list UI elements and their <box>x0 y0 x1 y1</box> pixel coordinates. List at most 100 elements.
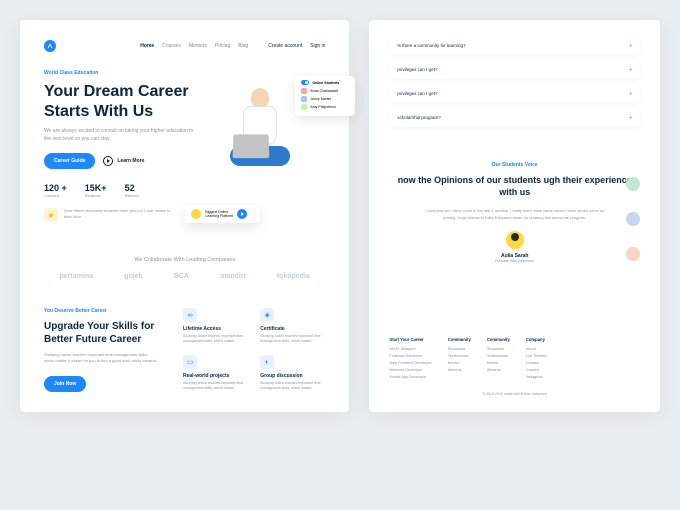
avatar <box>301 96 307 102</box>
feature-title: Lifetime Access <box>183 326 248 332</box>
feature-item: ∞Lifetime AccessStudying online teaches … <box>183 308 248 345</box>
testi-eyebrow: Our Students Voice <box>389 162 640 168</box>
toggle-icon <box>301 80 309 85</box>
footer-link[interactable]: Careers <box>526 368 548 372</box>
side-avatar <box>626 177 640 191</box>
learn-more-label: Learn More <box>117 158 144 164</box>
stat-mentors-n: 52 <box>125 183 139 193</box>
learn-more-link[interactable]: Learn More <box>103 156 144 166</box>
group-icon: ◐ <box>260 355 274 369</box>
auth-links: Create account Sign in <box>268 43 325 49</box>
testi-role: Fullstack Web Developer <box>389 259 640 263</box>
hero-title: Your Dream Career Starts With Us <box>44 82 194 122</box>
footer-link[interactable]: Fullstack Developer <box>389 354 431 358</box>
faq-item[interactable]: privileges can I get? + <box>389 60 640 79</box>
feature-item: ◈CertificateStudying online teaches impo… <box>260 308 325 345</box>
footer-link[interactable]: Testimonials <box>448 354 471 358</box>
create-account-link[interactable]: Create account <box>268 43 302 49</box>
footer-link[interactable]: Our Timeline <box>526 354 548 358</box>
footer-heading: Community <box>487 337 510 342</box>
career-guide-button[interactable]: Career Guide <box>44 153 95 169</box>
footer-link[interactable]: Testimonials <box>487 354 510 358</box>
testi-avatar <box>506 231 524 249</box>
feature-title: Group discussion <box>260 373 325 379</box>
partners-title: We Collaborate With Leading Companies <box>44 257 325 263</box>
star-icon: ★ <box>44 208 58 222</box>
faq-question: privileges can I get? <box>397 91 437 96</box>
feature-desc: Studying online teaches important time m… <box>183 381 248 391</box>
nav-blog[interactable]: Blog <box>238 43 248 49</box>
partners-section: We Collaborate With Leading Companies pe… <box>44 257 325 280</box>
stat-courses-l: Courses <box>44 193 67 198</box>
faq-question: scholarship program? <box>397 115 440 120</box>
faq-item[interactable]: Is there a community for learning?+ <box>389 36 640 55</box>
feature-item: ◐ Group discussion Studying online teaches… <box>260 355 325 392</box>
stat-students-l: Students <box>85 193 107 198</box>
footer-link[interactable]: Contact <box>526 361 548 365</box>
faq-question: privileges can I get? <box>397 67 437 72</box>
side-avatar <box>626 212 640 226</box>
student-name: Anna Chakrawarti <box>310 89 338 93</box>
partner-logo: BCA <box>174 273 189 280</box>
footer-heading: Company <box>526 337 548 342</box>
footer-heading: Community <box>448 337 471 342</box>
partner-logo: tokopedia <box>277 273 310 280</box>
testi-title: now the Opinions of our students ugh the… <box>389 174 640 198</box>
student-name: Amy Philpotmon <box>310 105 335 109</box>
nav-mentors[interactable]: Mentors <box>189 43 207 49</box>
testi-quote: I love how far I have come in the last 6… <box>425 208 605 221</box>
plus-icon: + <box>629 91 632 96</box>
skills-eyebrow: You Deserve Better Career <box>44 308 159 314</box>
plus-icon: + <box>629 67 632 72</box>
footer-heading: Start Your Career <box>389 337 431 342</box>
footer-col: Company About Our Timeline Contact Careers In… <box>526 337 548 382</box>
avatar <box>191 209 201 219</box>
play-icon <box>237 209 247 219</box>
nav-links: Home Courses Mentors Pricing Blog <box>140 43 248 49</box>
platform-badge: Biggest OnlineLearning Platform <box>185 205 260 223</box>
student-name: Jenny Martex <box>310 97 331 101</box>
footer-link[interactable]: Mobile App Developer <box>389 375 431 379</box>
feature-desc: Studying online teaches important time m… <box>183 334 248 344</box>
skills-section: You Deserve Better Career Upgrade Your S… <box>44 308 325 392</box>
partner-logo: mandiri <box>220 273 245 280</box>
footer-link[interactable]: UI/UX Designer <box>389 347 431 351</box>
faq-item[interactable]: scholarship program?+ <box>389 108 640 127</box>
stat-students-n: 15K+ <box>85 183 107 193</box>
logo[interactable] <box>44 40 56 52</box>
join-now-button[interactable]: Join Now <box>44 376 86 392</box>
faq-item[interactable]: privileges can I get? + <box>389 84 640 103</box>
partner-logo: pertamina <box>60 273 93 280</box>
float1-title: Online Students <box>312 81 339 85</box>
avatar <box>301 104 307 110</box>
footer-link[interactable]: Instagram <box>526 375 548 379</box>
footer-link[interactable]: About <box>526 347 548 351</box>
side-avatar <box>626 247 640 261</box>
footer-link[interactable]: Mentor <box>448 361 471 365</box>
stat-mentors-l: Mentors <box>125 193 139 198</box>
footer-link[interactable]: Showcase <box>487 347 510 351</box>
footer-link[interactable]: Webinar <box>487 368 510 372</box>
review-text: Over fifteen thousand students have give… <box>64 208 174 219</box>
footer: Start Your Career UI/UX Designer Fullstack… <box>389 323 640 396</box>
footer-col: Community Showcase Testimonials Mentor Webin… <box>448 337 471 382</box>
feature-title: Certificate <box>260 326 325 332</box>
footer-link[interactable]: Mentor <box>487 361 510 365</box>
nav-home[interactable]: Home <box>140 43 154 49</box>
partner-logo: gojek <box>124 273 142 280</box>
footer-link[interactable]: Showcase <box>448 347 471 351</box>
copyright: © 2019-2022 made with ♥ from Indonesia <box>389 392 640 396</box>
nav-pricing[interactable]: Pricing <box>215 43 230 49</box>
nav-courses[interactable]: Courses <box>162 43 181 49</box>
online-students-card: Online Students Anna Chakrawarti Jenny M… <box>295 76 355 116</box>
footer-link[interactable]: Backend Developer <box>389 368 431 372</box>
feature-desc: Studying online teaches important time m… <box>260 381 325 391</box>
feature-desc: Studying online teaches important time m… <box>260 334 325 344</box>
footer-col: Community Showcase Testimonials Mentor Webin… <box>487 337 510 382</box>
plus-icon: + <box>629 43 632 48</box>
play-icon <box>103 156 113 166</box>
signin-link[interactable]: Sign in <box>310 43 325 49</box>
footer-link[interactable]: Webinar <box>448 368 471 372</box>
avatar <box>301 88 307 94</box>
footer-link[interactable]: Web Frontend Developer <box>389 361 431 365</box>
